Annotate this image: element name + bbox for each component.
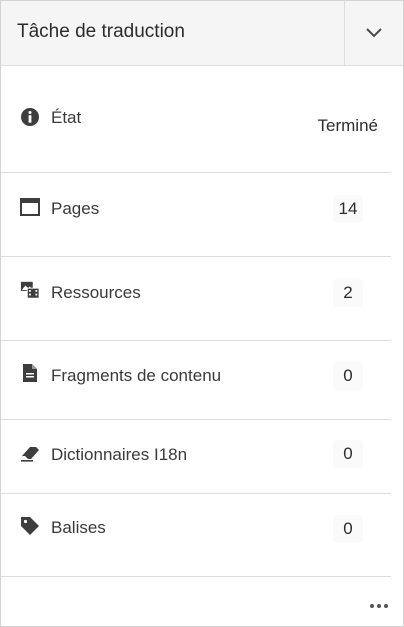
tags-row: Balises 0: [1, 494, 403, 576]
status-row: État Terminé: [1, 65, 403, 172]
tag-icon: [20, 516, 40, 536]
assets-count: 2: [333, 279, 363, 307]
more-icon: [370, 604, 374, 608]
pages-row: Pages 14: [1, 173, 403, 256]
document-icon: [20, 363, 40, 383]
more-actions-button[interactable]: [365, 596, 393, 616]
status-label: État: [51, 108, 82, 127]
content-fragments-label: Fragments de contenu: [51, 366, 222, 385]
assets-label: Ressources: [51, 283, 141, 302]
card-header: Tâche de traduction: [1, 1, 403, 66]
row-divider: [1, 576, 391, 577]
pages-count: 14: [333, 195, 363, 223]
i18n-dictionaries-row: Dictionnaires I18n 0: [1, 420, 403, 493]
info-icon: [20, 107, 40, 127]
content-fragments-row: Fragments de contenu 0: [1, 341, 403, 419]
tags-label: Balises: [51, 518, 106, 537]
tags-count: 0: [333, 515, 363, 543]
pages-icon: [20, 197, 40, 217]
collapse-button[interactable]: [345, 1, 403, 65]
content-fragments-count: 0: [333, 362, 363, 390]
assets-row: Ressources 2: [1, 257, 403, 340]
pages-label: Pages: [51, 199, 100, 218]
eraser-icon: [20, 443, 40, 463]
translation-job-card: Tâche de traduction État Terminé Pages 1…: [0, 0, 404, 627]
card-title: Tâche de traduction: [17, 21, 185, 42]
chevron-down-icon: [366, 28, 382, 38]
i18n-dictionaries-count: 0: [333, 440, 363, 468]
assets-icon: [20, 280, 40, 300]
i18n-dictionaries-label: Dictionnaires I18n: [51, 445, 188, 464]
status-value: Terminé: [317, 116, 378, 135]
